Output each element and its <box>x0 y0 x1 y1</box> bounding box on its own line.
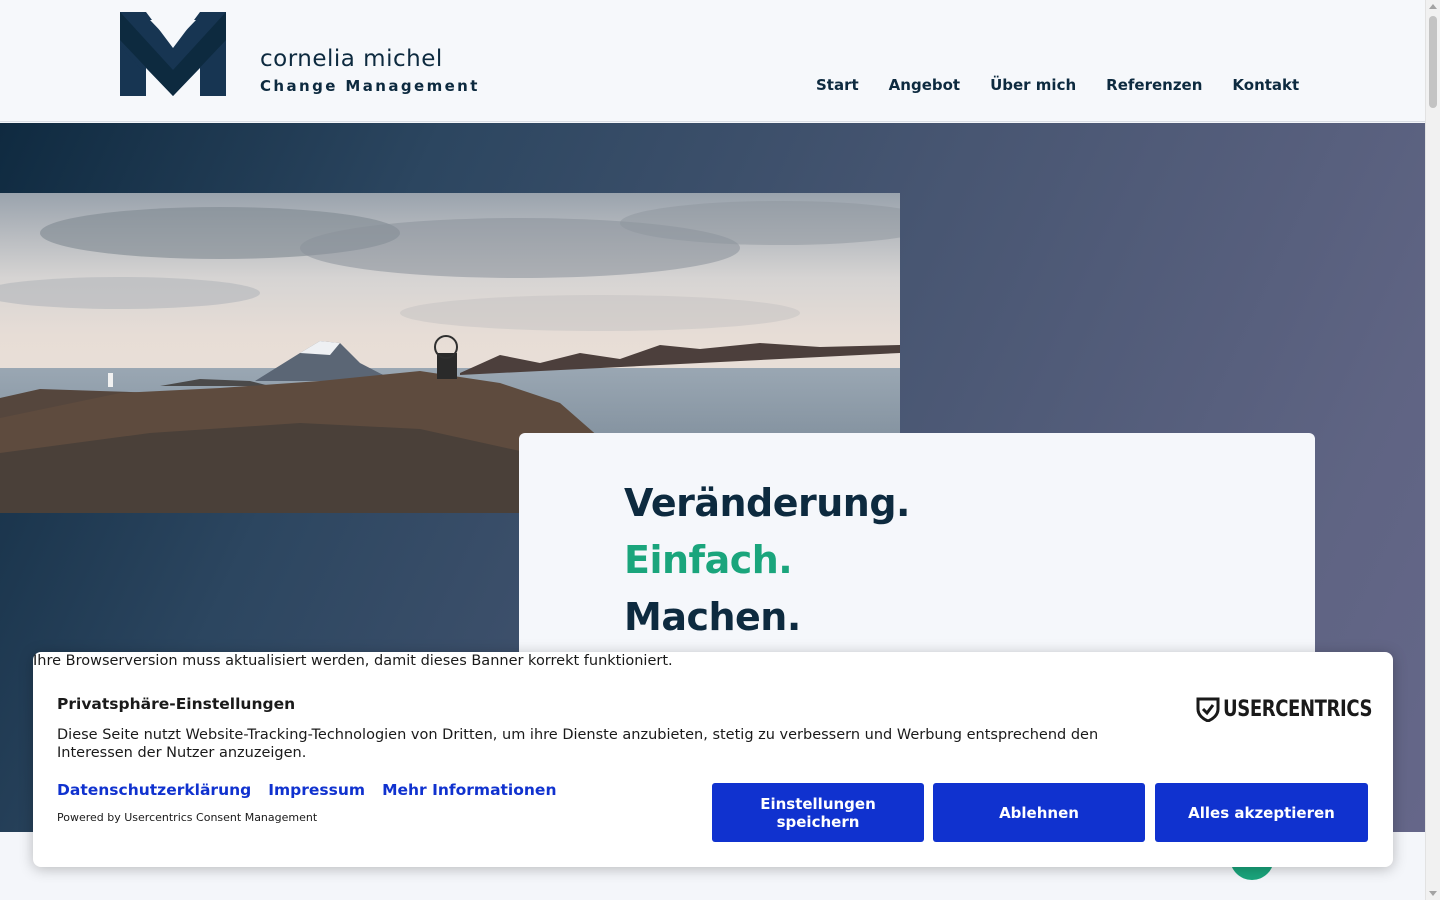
brand-subtitle[interactable]: Change Management <box>260 77 480 95</box>
more-info-link[interactable]: Mehr Informationen <box>382 781 556 799</box>
slogan-line-2: Einfach. <box>624 538 793 582</box>
nav-start[interactable]: Start <box>816 76 859 94</box>
nav-angebot[interactable]: Angebot <box>889 76 960 94</box>
browser-update-warning: Ihre Browserversion muss aktualisiert we… <box>33 653 673 669</box>
accept-all-button[interactable]: Alles akzeptieren <box>1155 783 1368 842</box>
scroll-thumb[interactable] <box>1429 16 1437 108</box>
consent-banner: Privatsphäre-Einstellungen Diese Seite n… <box>33 652 1393 867</box>
usercentrics-logo-text: USERCENTRICS <box>1223 697 1373 722</box>
usercentrics-logo: USERCENTRICS <box>1196 697 1405 722</box>
save-settings-button[interactable]: Einstellungen speichern <box>712 783 924 842</box>
main-nav: Start Angebot Über mich Referenzen Konta… <box>816 76 1299 94</box>
powered-by-text: Powered by Usercentrics Consent Manageme… <box>57 811 318 824</box>
site-header: cornelia michel Change Management Start … <box>0 0 1425 122</box>
logo-mark-icon[interactable] <box>120 12 226 96</box>
scroll-down-arrow-icon[interactable] <box>1429 891 1437 896</box>
page-scrollbar[interactable] <box>1425 0 1440 900</box>
brand-name[interactable]: cornelia michel <box>260 46 443 72</box>
nav-referenzen[interactable]: Referenzen <box>1106 76 1202 94</box>
consent-links: Datenschutzerklärung Impressum Mehr Info… <box>57 781 573 799</box>
imprint-link[interactable]: Impressum <box>268 781 365 799</box>
nav-ueber-mich[interactable]: Über mich <box>990 76 1076 94</box>
slogan-line-3: Machen. <box>624 595 801 639</box>
shield-check-icon <box>1196 697 1220 722</box>
consent-title: Privatsphäre-Einstellungen <box>57 695 296 713</box>
nav-kontakt[interactable]: Kontakt <box>1232 76 1299 94</box>
scroll-up-arrow-icon[interactable] <box>1429 4 1437 9</box>
consent-description: Diese Seite nutzt Website-Tracking-Techn… <box>57 727 1099 761</box>
privacy-policy-link[interactable]: Datenschutzerklärung <box>57 781 251 799</box>
deny-button[interactable]: Ablehnen <box>933 783 1145 842</box>
slogan-line-1: Veränderung. <box>624 481 911 525</box>
